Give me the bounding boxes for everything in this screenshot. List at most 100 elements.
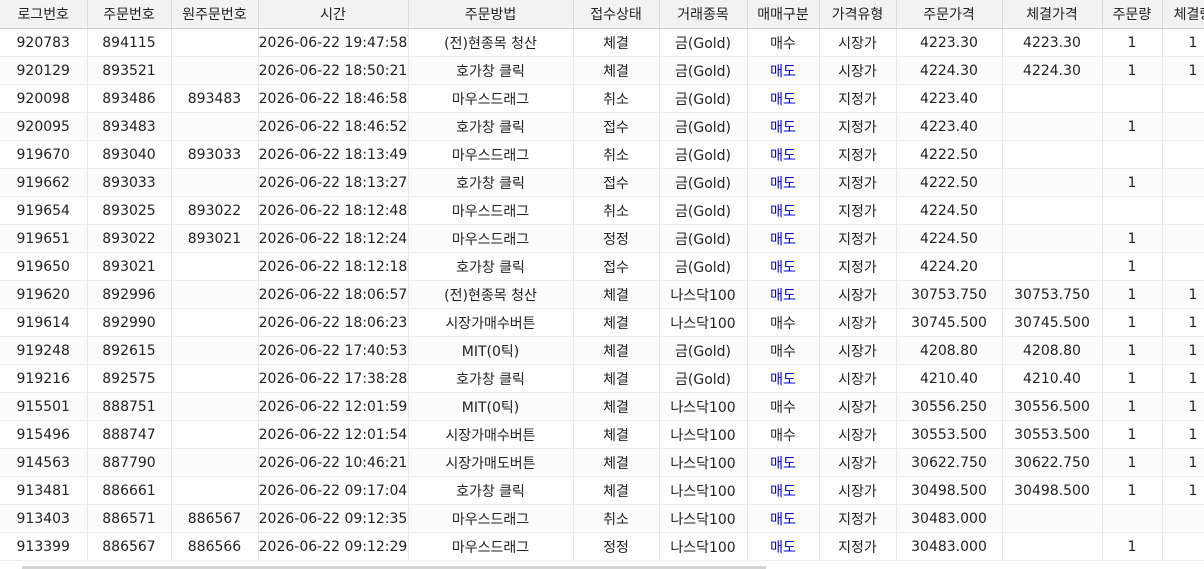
column-header-method[interactable]: 주문방법 (408, 0, 574, 29)
order-price-cell: 4208.80 (896, 336, 1003, 365)
column-header-order-qty[interactable]: 주문량 (1102, 0, 1163, 29)
table-row[interactable]: 919248 892615 2026-06-22 17:40:53 MIT(0틱) 체결… (0, 336, 1204, 365)
fill-price-cell (1002, 168, 1103, 197)
table-row[interactable]: 920129 893521 2026-06-22 18:50:21 호가창 클릭 체결 금… (0, 56, 1204, 85)
fill-price-cell (1002, 140, 1103, 169)
time-cell: 2026-06-22 18:46:52 (258, 112, 409, 141)
orig-order-no-cell: 893021 (171, 224, 259, 253)
log-no-cell: 919670 (0, 140, 88, 169)
column-header-fill-price[interactable]: 체결가격 (1002, 0, 1103, 29)
side-cell: 매도 (747, 84, 820, 113)
column-header-side[interactable]: 매매구분 (747, 0, 820, 29)
table-row[interactable]: 919662 893033 2026-06-22 18:13:27 호가창 클릭 접수 금… (0, 168, 1204, 197)
table-body: 920783 894115 2026-06-22 19:47:58 (전)현종목 청산… (0, 28, 1204, 561)
price-type-cell: 지정가 (819, 168, 897, 197)
table-row[interactable]: 914563 887790 2026-06-22 10:46:21 시장가매도버튼 체결… (0, 448, 1204, 477)
order-no-cell: 888751 (87, 392, 172, 421)
price-type-cell: 시장가 (819, 28, 897, 57)
price-type-cell: 지정가 (819, 196, 897, 225)
side-cell: 매수 (747, 28, 820, 57)
status-cell: 취소 (573, 140, 660, 169)
log-no-cell: 919650 (0, 252, 88, 281)
table-row[interactable]: 920783 894115 2026-06-22 19:47:58 (전)현종목 청산… (0, 28, 1204, 57)
side-cell: 매도 (747, 280, 820, 309)
order-price-cell: 30753.750 (896, 280, 1003, 309)
table-row[interactable]: 913481 886661 2026-06-22 09:17:04 호가창 클릭 체결 나… (0, 476, 1204, 505)
status-cell: 접수 (573, 252, 660, 281)
table-row[interactable]: 919654 893025 893022 2026-06-22 18:12:48 마우스… (0, 196, 1204, 225)
order-price-cell: 30483.000 (896, 532, 1003, 561)
price-type-cell: 시장가 (819, 336, 897, 365)
price-type-cell: 시장가 (819, 364, 897, 393)
column-header-price-type[interactable]: 가격유형 (819, 0, 897, 29)
table-row[interactable]: 919651 893022 893021 2026-06-22 18:12:24 마우스… (0, 224, 1204, 253)
fill-qty-cell: 1 (1162, 448, 1204, 477)
column-header-fill-qty[interactable]: 체결량 (1162, 0, 1204, 29)
side-cell: 매도 (747, 476, 820, 505)
table-row[interactable]: 913403 886571 886567 2026-06-22 09:12:35 마우스… (0, 504, 1204, 533)
order-no-cell: 893033 (87, 168, 172, 197)
fill-price-cell: 4210.40 (1002, 364, 1103, 393)
price-type-cell: 지정가 (819, 112, 897, 141)
order-qty-cell: 1 (1102, 308, 1163, 337)
column-header-time[interactable]: 시간 (258, 0, 409, 29)
table-row[interactable]: 919650 893021 2026-06-22 18:12:18 호가창 클릭 접수 금… (0, 252, 1204, 281)
symbol-cell: 금(Gold) (659, 224, 748, 253)
fill-price-cell (1002, 112, 1103, 141)
status-cell: 체결 (573, 476, 660, 505)
fill-price-cell: 4223.30 (1002, 28, 1103, 57)
order-no-cell: 893022 (87, 224, 172, 253)
order-price-cell: 30622.750 (896, 448, 1003, 477)
order-price-cell: 4224.50 (896, 196, 1003, 225)
orig-order-no-cell: 893022 (171, 196, 259, 225)
table-row[interactable]: 919614 892990 2026-06-22 18:06:23 시장가매수버튼 체결… (0, 308, 1204, 337)
fill-price-cell: 30556.500 (1002, 392, 1103, 421)
method-cell: 마우스드래그 (408, 532, 574, 561)
status-cell: 체결 (573, 336, 660, 365)
symbol-cell: 나스닥100 (659, 392, 748, 421)
table-row[interactable]: 915501 888751 2026-06-22 12:01:59 MIT(0틱) 체결… (0, 392, 1204, 421)
table-row[interactable]: 915496 888747 2026-06-22 12:01:54 시장가매수버튼 체결… (0, 420, 1204, 449)
side-cell: 매도 (747, 364, 820, 393)
column-header-log-no[interactable]: 로그번호 (0, 0, 88, 29)
symbol-cell: 금(Gold) (659, 364, 748, 393)
fill-qty-cell: 1 (1162, 420, 1204, 449)
log-no-cell: 919216 (0, 364, 88, 393)
column-header-orig-order-no[interactable]: 원주문번호 (171, 0, 259, 29)
symbol-cell: 금(Gold) (659, 196, 748, 225)
status-cell: 체결 (573, 56, 660, 85)
order-price-cell: 4223.40 (896, 84, 1003, 113)
side-cell: 매도 (747, 448, 820, 477)
column-header-symbol[interactable]: 거래종목 (659, 0, 748, 29)
fill-price-cell: 4224.30 (1002, 56, 1103, 85)
fill-qty-cell (1162, 84, 1204, 113)
order-no-cell: 888747 (87, 420, 172, 449)
method-cell: (전)현종목 청산 (408, 280, 574, 309)
column-header-order-no[interactable]: 주문번호 (87, 0, 172, 29)
fill-qty-cell (1162, 196, 1204, 225)
time-cell: 2026-06-22 18:06:57 (258, 280, 409, 309)
price-type-cell: 지정가 (819, 224, 897, 253)
method-cell: 시장가매수버튼 (408, 420, 574, 449)
order-qty-cell: 1 (1102, 476, 1163, 505)
symbol-cell: 금(Gold) (659, 252, 748, 281)
fill-qty-cell (1162, 532, 1204, 561)
table-row[interactable]: 920098 893486 893483 2026-06-22 18:46:58 마우스… (0, 84, 1204, 113)
table-row[interactable]: 913399 886567 886566 2026-06-22 09:12:29 마우스… (0, 532, 1204, 561)
order-no-cell: 886571 (87, 504, 172, 533)
table-row[interactable]: 919670 893040 893033 2026-06-22 18:13:49 마우스… (0, 140, 1204, 169)
column-header-status[interactable]: 접수상태 (573, 0, 660, 29)
log-no-cell: 919620 (0, 280, 88, 309)
symbol-cell: 나스닥100 (659, 420, 748, 449)
time-cell: 2026-06-22 19:47:58 (258, 28, 409, 57)
fill-price-cell (1002, 84, 1103, 113)
table-row[interactable]: 919216 892575 2026-06-22 17:38:28 호가창 클릭 체결 금… (0, 364, 1204, 393)
column-header-order-price[interactable]: 주문가격 (896, 0, 1003, 29)
price-type-cell: 지정가 (819, 140, 897, 169)
order-no-cell: 887790 (87, 448, 172, 477)
table-row[interactable]: 919620 892996 2026-06-22 18:06:57 (전)현종목 청산… (0, 280, 1204, 309)
table-row[interactable]: 920095 893483 2026-06-22 18:46:52 호가창 클릭 접수 금… (0, 112, 1204, 141)
log-no-cell: 920783 (0, 28, 88, 57)
time-cell: 2026-06-22 12:01:54 (258, 420, 409, 449)
method-cell: 호가창 클릭 (408, 168, 574, 197)
